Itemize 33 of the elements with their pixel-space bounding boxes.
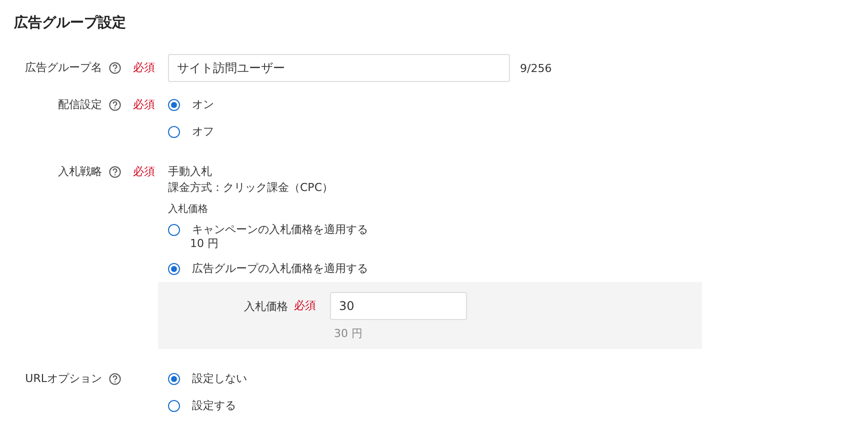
radio-button[interactable] (168, 224, 180, 236)
bid-price-field[interactable]: 30 (330, 292, 467, 320)
strategy-text: 手動入札 (168, 164, 213, 180)
required-label: 必須 (293, 298, 317, 314)
price-note: 30 円 (333, 326, 364, 341)
radio-option[interactable]: 設定しない (168, 365, 836, 392)
field-label: 入札戦略 (57, 164, 102, 180)
radio-option[interactable]: オフ (168, 118, 836, 145)
radio-option[interactable]: 広告グループの入札価格を適用する (168, 255, 836, 282)
radio-button[interactable] (168, 400, 180, 412)
radio-button[interactable] (168, 98, 180, 110)
required-label: 必須 (132, 60, 156, 76)
strategy-text: 課金方式：クリック課金（CPC） (168, 180, 334, 196)
help-icon[interactable] (109, 62, 121, 74)
section-label: 入札価格 (168, 202, 209, 216)
radio-button[interactable] (168, 372, 180, 384)
field-label: 入札価格 (243, 298, 288, 314)
character-counter: 9/256 (520, 62, 552, 74)
field-label: 配信設定 (57, 97, 102, 113)
field-label: URLオプション (24, 371, 102, 387)
help-icon[interactable] (109, 98, 121, 110)
price-note: 10 円 (190, 237, 220, 251)
help-icon[interactable] (109, 372, 121, 384)
help-icon[interactable] (109, 166, 121, 178)
page-title: 広告グループ設定 (14, 14, 127, 32)
radio-button[interactable] (168, 126, 180, 138)
radio-button[interactable] (168, 262, 180, 274)
text-field[interactable]: サイト訪問ユーザー (168, 54, 510, 82)
required-label: 必須 (132, 97, 156, 113)
required-label: 必須 (132, 164, 156, 180)
field-label: 広告グループ名 (24, 60, 102, 76)
radio-option[interactable]: オン (168, 91, 836, 118)
radio-option[interactable]: 設定する (168, 392, 836, 419)
